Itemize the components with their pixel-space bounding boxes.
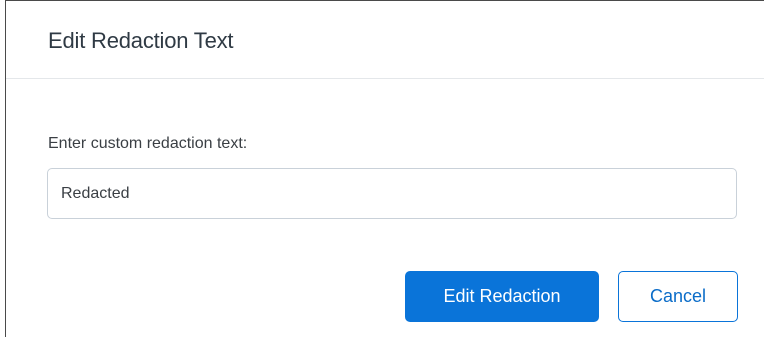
redaction-text-input[interactable] xyxy=(47,168,737,219)
edit-redaction-dialog: Edit Redaction Text Enter custom redacti… xyxy=(5,0,764,337)
edit-redaction-button[interactable]: Edit Redaction xyxy=(405,271,599,322)
cancel-button[interactable]: Cancel xyxy=(618,271,738,322)
redaction-text-label: Enter custom redaction text: xyxy=(48,135,248,152)
page: Edit Redaction Text Enter custom redacti… xyxy=(0,0,764,337)
dialog-title: Edit Redaction Text xyxy=(48,28,234,53)
dialog-header: Edit Redaction Text xyxy=(6,1,764,79)
